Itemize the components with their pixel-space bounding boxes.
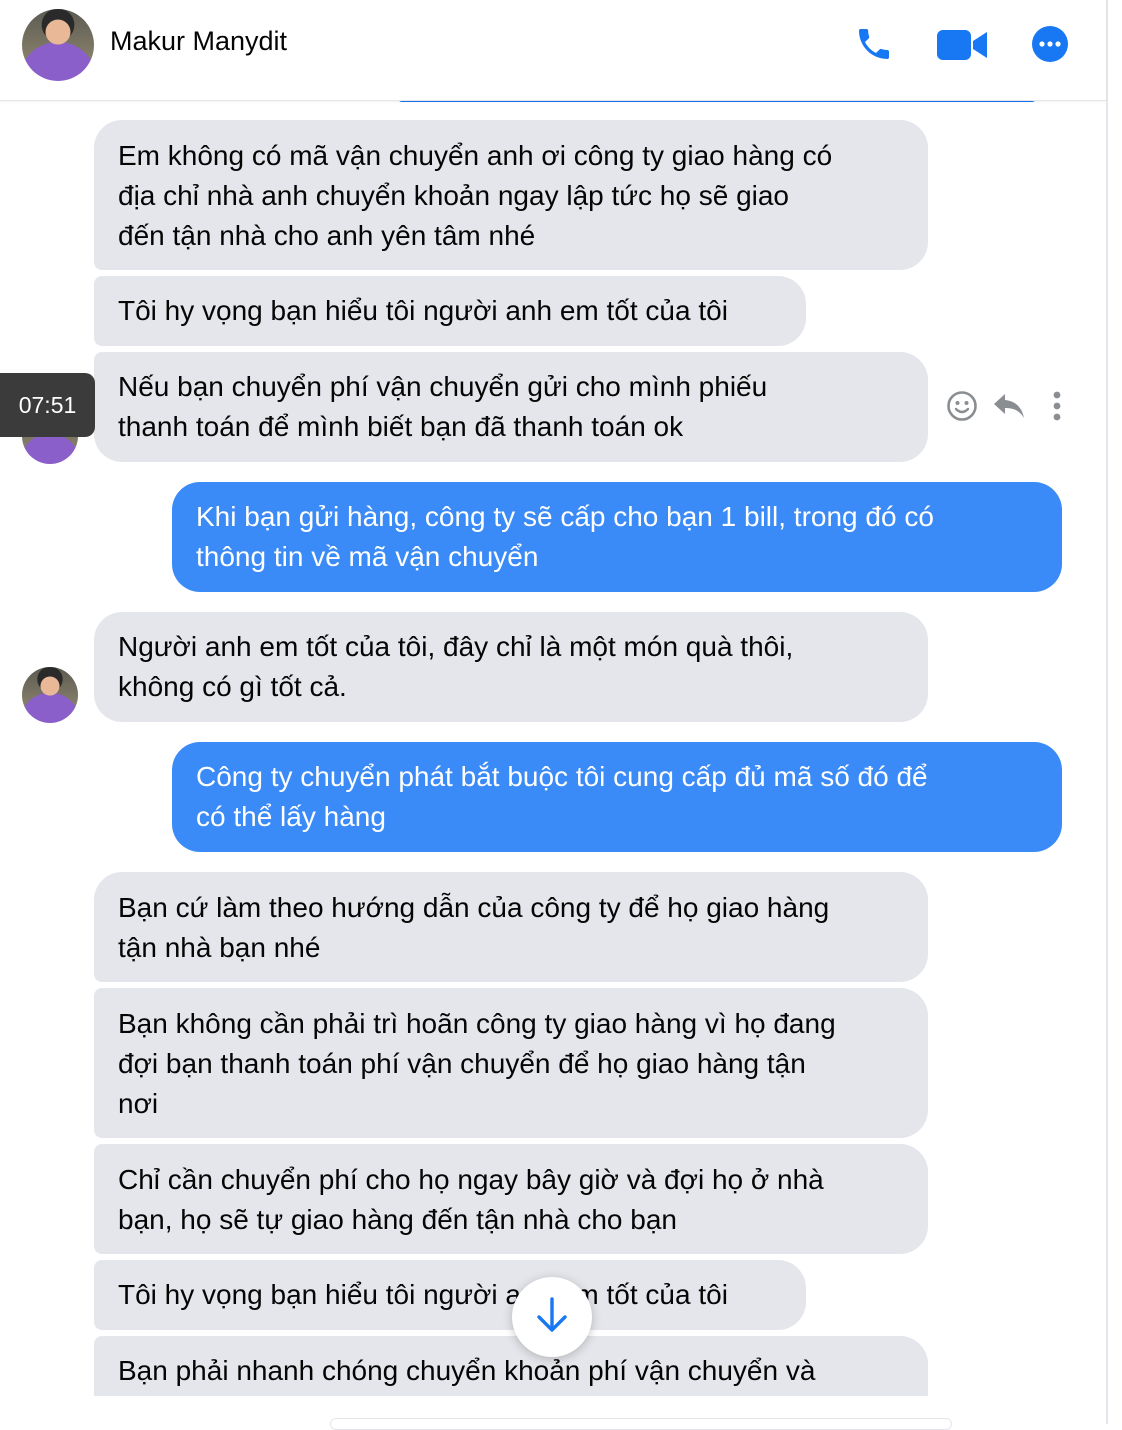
scroll-to-bottom-button[interactable]	[512, 1277, 592, 1357]
contact-avatar[interactable]	[22, 9, 94, 81]
arrow-down-icon	[535, 1296, 569, 1339]
message-outgoing[interactable]: Khi bạn gửi hàng, công ty sẽ cấp cho bạn…	[172, 482, 1062, 592]
message-incoming[interactable]: Tôi hy vọng bạn hiểu tôi người anh em tố…	[94, 1260, 806, 1330]
message-incoming[interactable]: Tôi hy vọng bạn hiểu tôi người anh em tố…	[94, 276, 806, 346]
message-incoming[interactable]: Chỉ cần chuyển phí cho họ ngay bây giờ v…	[94, 1144, 928, 1254]
message-incoming[interactable]: Bạn cứ làm theo hướng dẫn của công ty để…	[94, 872, 928, 982]
more-vertical-icon[interactable]	[1050, 390, 1064, 427]
message-incoming[interactable]: Bạn phải nhanh chóng chuyển khoản phí vậ…	[94, 1336, 928, 1396]
more-options-icon[interactable]	[1030, 24, 1070, 69]
emoji-reaction-icon[interactable]	[946, 390, 978, 427]
message-incoming[interactable]: Nếu bạn chuyển phí vận chuyển gửi cho mì…	[94, 352, 928, 462]
composer-edge	[330, 1418, 952, 1430]
window-edge	[1106, 0, 1108, 1424]
message-incoming[interactable]: Em không có mã vận chuyển anh ơi công ty…	[94, 120, 928, 270]
message-incoming[interactable]: Bạn không cần phải trì hoãn công ty giao…	[94, 988, 928, 1138]
message-incoming[interactable]: Người anh em tốt của tôi, đây chỉ là một…	[94, 612, 928, 722]
conversation-header: Makur Manydit	[0, 0, 1106, 101]
message-outgoing[interactable]: Công ty chuyển phát bắt buộc tôi cung cấ…	[172, 742, 1062, 852]
video-camera-icon[interactable]	[936, 26, 988, 69]
contact-name[interactable]: Makur Manydit	[110, 26, 287, 57]
timestamp-tooltip: 07:51	[0, 373, 95, 437]
phone-icon[interactable]	[854, 24, 894, 69]
reply-icon[interactable]	[992, 392, 1026, 425]
sender-avatar[interactable]	[22, 667, 78, 723]
